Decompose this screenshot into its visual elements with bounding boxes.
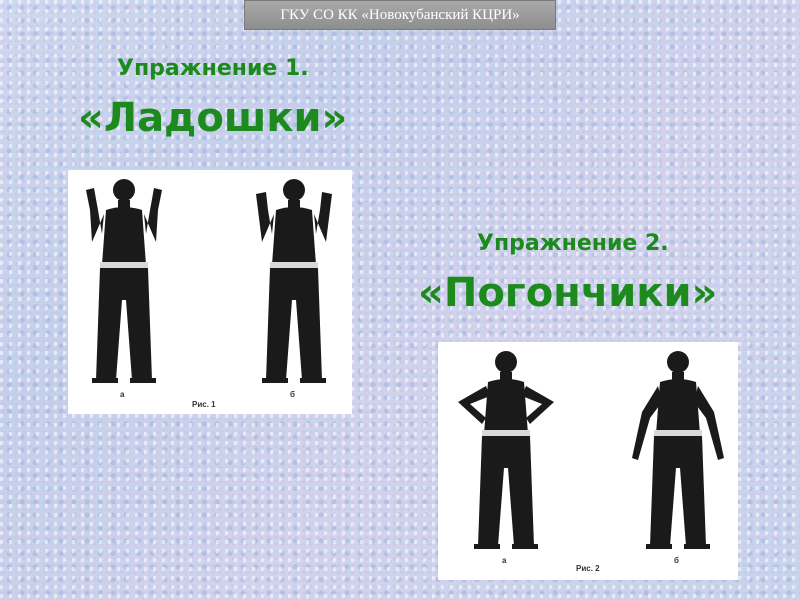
exercise-2-photo: а б Рис. 2 <box>438 342 738 580</box>
exercise-1-label-a: а <box>120 390 125 399</box>
exercise-2-caption: Рис. 2 <box>576 564 600 573</box>
exercise-2-label-a: а <box>502 556 507 565</box>
exercise-2-name: «Погончики» <box>418 270 718 316</box>
exercise-1-photo: а б Рис. 1 <box>68 170 352 414</box>
exercise-2-figures-illustration <box>458 351 724 549</box>
header-title: ГКУ СО КК «Новокубанский КЦРИ» <box>280 6 520 23</box>
exercise-1-number: Упражнение 1. <box>117 56 309 81</box>
exercise-2-number: Упражнение 2. <box>477 231 669 256</box>
exercise-1-caption: Рис. 1 <box>192 400 216 409</box>
exercise-2-label-b: б <box>674 556 679 565</box>
header-bar: ГКУ СО КК «Новокубанский КЦРИ» <box>244 0 556 30</box>
exercise-1-figures-illustration <box>86 179 332 383</box>
exercise-1-name: «Ладошки» <box>78 95 348 141</box>
exercise-1-label-b: б <box>290 390 295 399</box>
